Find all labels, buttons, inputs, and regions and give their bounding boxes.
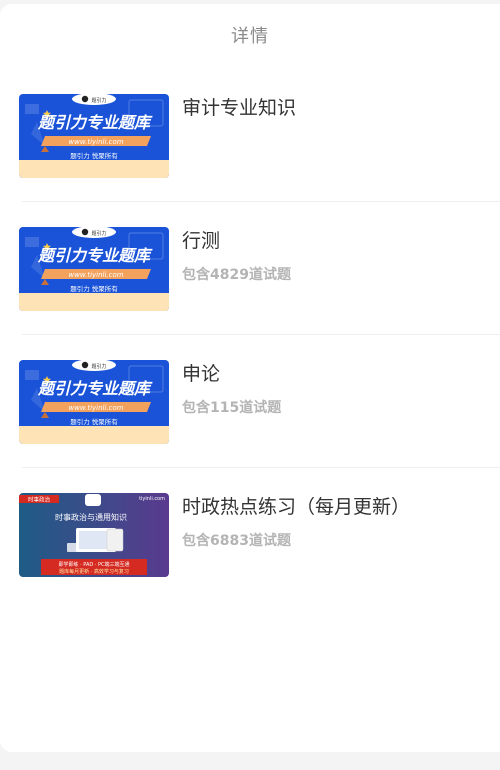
banner-headline: 题引力专业题库: [37, 113, 153, 132]
banner-thumbnail: 时事政治 tiyinli.com 时事政治与通用知识 即学即练 · PAD · PC端…: [19, 493, 169, 577]
brand-logo-icon: [85, 494, 101, 506]
banner-artwork: 题引力题引力专业题库 www.tiyinli.com 题引力 悦聚所有: [19, 360, 169, 444]
brand-badge-text: 题引力: [91, 230, 106, 237]
brand-logo-icon: [81, 95, 89, 103]
banner-bottom-band: [19, 426, 169, 444]
list-item[interactable]: 题引力题引力专业题库 www.tiyinli.com 题引力 悦聚所有 审计专业知识: [0, 90, 500, 223]
banner-url: www.tiyinli.com: [68, 271, 123, 279]
detail-sheet: 详情 题引力 题引力专业题库 www.tiyinli.com 题引力 悦聚所有 审计专…: [0, 4, 500, 752]
banner-slogan: 题引力 悦聚所有: [70, 151, 118, 160]
brand-badge-text: 题引力: [91, 363, 106, 370]
banner-bottom-band: [19, 160, 169, 178]
list-item[interactable]: 题引力题引力专业题库 www.tiyinli.com 题引力 悦聚所有 行测 包含4…: [0, 223, 500, 356]
laptop-device-icon: [67, 543, 79, 552]
banner-thumbnail: 题引力题引力专业题库 www.tiyinli.com 题引力 悦聚所有: [19, 360, 169, 444]
banner-artwork: 题引力题引力专业题库 www.tiyinli.com 题引力 悦聚所有: [19, 227, 169, 311]
item-title: 行测: [182, 230, 221, 252]
banner-bottom-band: [19, 293, 169, 311]
question-bank-list: 题引力 题引力专业题库 www.tiyinli.com 题引力 悦聚所有 审计专业知识…: [0, 90, 500, 622]
list-item[interactable]: 时事政治 tiyinli.com 时事政治与通用知识 即学即练 · PAD · PC端…: [0, 489, 500, 622]
list-item[interactable]: 题引力题引力专业题库 www.tiyinli.com 题引力 悦聚所有 申论 包含1…: [0, 356, 500, 489]
banner-headline: 时事政治与通用知识: [55, 512, 127, 522]
brand-logo-icon: [81, 361, 89, 369]
item-title: 时政热点练习（每月更新）: [182, 496, 411, 518]
banner-thumbnail: 题引力题引力专业题库 www.tiyinli.com 题引力 悦聚所有: [19, 94, 169, 178]
banner-url: www.tiyinli.com: [68, 138, 123, 146]
divider: [22, 334, 500, 335]
item-subtitle: 包含4829道试题: [182, 267, 291, 283]
banner-headline: 题引力专业题库: [37, 379, 153, 398]
brand-logo-icon: [81, 228, 89, 236]
banner-headline: 题引力专业题库: [37, 246, 153, 265]
banner-line-2: 题库每月更新 · 高效学习与复习: [59, 568, 129, 575]
banner-thumbnail: 题引力题引力专业题库 www.tiyinli.com 题引力 悦聚所有: [19, 227, 169, 311]
banner-url: www.tiyinli.com: [68, 404, 123, 412]
decor-block: [25, 237, 39, 247]
decor-block: [25, 104, 39, 114]
banner-slogan: 题引力 悦聚所有: [70, 284, 118, 293]
divider: [22, 467, 500, 468]
banner-line-1: 即学即练 · PAD · PC端三端互通: [58, 561, 129, 568]
item-subtitle: 包含6883道试题: [182, 533, 291, 549]
brand-badge-text: 题引力: [91, 97, 106, 104]
item-title: 申论: [182, 363, 221, 385]
banner-artwork: 题引力题引力专业题库 www.tiyinli.com 题引力 悦聚所有: [19, 94, 169, 178]
banner-artwork: 时事政治 tiyinli.com 时事政治与通用知识即学即练 · PAD · PC端…: [19, 493, 169, 577]
divider: [22, 201, 500, 202]
item-title: 审计专业知识: [182, 97, 297, 119]
banner-site: tiyinli.com: [139, 496, 165, 502]
phone-device-icon: [106, 528, 124, 552]
banner-tag: 时事政治: [28, 495, 51, 503]
page-title: 详情: [231, 26, 269, 47]
banner-slogan: 题引力 悦聚所有: [70, 417, 118, 426]
decor-block: [25, 370, 39, 380]
item-subtitle: 包含115道试题: [182, 400, 282, 416]
